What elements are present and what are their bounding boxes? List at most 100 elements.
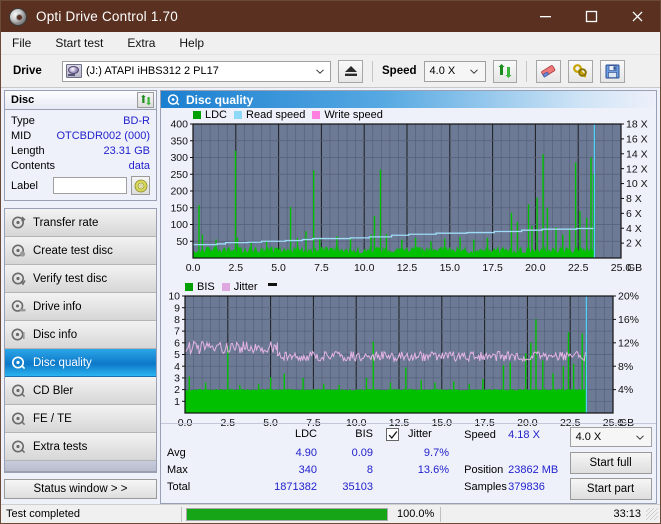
svg-text:300: 300 bbox=[170, 152, 188, 164]
stats-table: LDC BIS Jitter Avg 4.90 0.09 9.7% Max 34… bbox=[165, 427, 464, 501]
sidebar-item-label: Disc quality bbox=[33, 356, 92, 369]
save-button[interactable] bbox=[599, 59, 625, 83]
close-icon[interactable] bbox=[614, 1, 660, 32]
content-area: Disc Type BD-R MID OTCBDR002 (000) Lengt… bbox=[1, 88, 660, 504]
svg-text:10 X: 10 X bbox=[626, 178, 648, 190]
disc-drive-icon bbox=[11, 299, 26, 314]
svg-text:0.0: 0.0 bbox=[186, 262, 201, 274]
minimize-icon[interactable] bbox=[522, 1, 568, 32]
sidebar-item-drive-info[interactable]: Drive info bbox=[5, 293, 156, 321]
svg-text:14 X: 14 X bbox=[626, 149, 648, 161]
status-divider-1 bbox=[181, 506, 182, 522]
svg-text:150: 150 bbox=[170, 203, 188, 215]
start-full-button[interactable]: Start full bbox=[569, 452, 652, 474]
jitter-checkbox[interactable] bbox=[386, 428, 400, 442]
sidebar-item-disc-info[interactable]: Disc info bbox=[5, 321, 156, 349]
stats-row-name: Max bbox=[167, 464, 188, 476]
position-stat-value: 23862 MB bbox=[508, 464, 559, 476]
tools-button[interactable] bbox=[567, 59, 593, 83]
menu-item-start-test[interactable]: Start test bbox=[53, 34, 105, 52]
ldc-chart-legend: LDC Read speed Write speed bbox=[193, 109, 383, 121]
sidebar-item-label: Drive info bbox=[33, 300, 82, 313]
app-window: Opti Drive Control 1.70 File Start test … bbox=[0, 0, 661, 524]
svg-text:400: 400 bbox=[170, 119, 188, 131]
main-panel-header: Disc quality bbox=[161, 91, 656, 109]
svg-text:7: 7 bbox=[174, 326, 180, 338]
disc-panel-header: Disc bbox=[4, 90, 157, 109]
erase-button[interactable] bbox=[535, 59, 561, 83]
sidebar-item-label: Create test disc bbox=[33, 244, 113, 257]
stats-actions: 4.0 X Start full Start part bbox=[569, 427, 652, 501]
menu-item-file[interactable]: File bbox=[10, 34, 33, 52]
disc-bler-icon bbox=[11, 383, 26, 398]
sidebar-item-cd-bler[interactable]: CD Bler bbox=[5, 377, 156, 405]
disc-row-value: data bbox=[128, 159, 150, 172]
sidebar-item-label: Extra tests bbox=[33, 440, 88, 453]
speed-stat-value: 4.18 X bbox=[508, 429, 540, 441]
maximize-icon[interactable] bbox=[568, 1, 614, 32]
sidebar-item-disc-quality[interactable]: Disc quality bbox=[5, 349, 156, 377]
svg-text:5.0: 5.0 bbox=[271, 262, 286, 274]
drive-select[interactable]: (J:) ATAPI iHBS312 2 PL17 bbox=[62, 60, 331, 82]
refresh-button[interactable] bbox=[492, 59, 517, 83]
svg-text:50: 50 bbox=[176, 236, 188, 248]
disc-transfer-icon bbox=[11, 215, 26, 230]
disc-row-type: Type BD-R bbox=[11, 113, 150, 128]
sidebar-item-create-test-disc[interactable]: Create test disc bbox=[5, 237, 156, 265]
disc-label-key: Label bbox=[11, 179, 38, 192]
svg-text:16%: 16% bbox=[618, 314, 639, 326]
stats-panel: LDC BIS Jitter Avg 4.90 0.09 9.7% Max 34… bbox=[161, 423, 656, 503]
menu-item-help[interactable]: Help bbox=[177, 34, 206, 52]
menu-item-extra[interactable]: Extra bbox=[125, 34, 157, 52]
speed-stat-label: Speed bbox=[464, 429, 496, 441]
svg-text:100: 100 bbox=[170, 219, 188, 231]
svg-text:8%: 8% bbox=[618, 361, 633, 373]
page-title: Disc quality bbox=[186, 92, 254, 107]
bis-chart-canvas: 123456789104%8%12%16%20%0.0 2.5 5.0 7.5 10.0… bbox=[161, 280, 655, 436]
svg-text:20%: 20% bbox=[618, 291, 639, 303]
title-bar: Opti Drive Control 1.70 bbox=[1, 1, 660, 32]
svg-text:12%: 12% bbox=[618, 338, 639, 350]
stats-total-ldc: 1871382 bbox=[274, 481, 317, 493]
disc-label-input[interactable] bbox=[53, 177, 127, 194]
speed-select[interactable]: 4.0 X bbox=[423, 60, 486, 82]
resize-grip[interactable] bbox=[646, 508, 658, 520]
drive-label: Drive bbox=[13, 65, 42, 77]
samples-stat-label: Samples bbox=[464, 481, 507, 493]
elapsed-time: 33:13 bbox=[613, 508, 641, 520]
stats-max-bis: 8 bbox=[366, 464, 373, 476]
svg-text:1: 1 bbox=[174, 396, 180, 408]
test-speed-select[interactable]: 4.0 X bbox=[569, 427, 652, 447]
disc-extra-icon bbox=[11, 439, 26, 454]
disc-refresh-button[interactable] bbox=[137, 92, 154, 108]
progress-label: 100.0% bbox=[397, 508, 435, 520]
progress-bar bbox=[186, 507, 388, 521]
window-title: Opti Drive Control 1.70 bbox=[36, 9, 178, 24]
sidebar-nav: Transfer rate Create test disc Verify te… bbox=[4, 208, 157, 473]
svg-text:350: 350 bbox=[170, 136, 188, 148]
sidebar-item-verify-test-disc[interactable]: Verify test disc bbox=[5, 265, 156, 293]
bis-chart: BIS Jitter 1 2 3 4 5 6 7 8 9 10 4% 8% 12% 16% 20% 0.0 2.… bbox=[161, 280, 656, 436]
svg-text:15.0: 15.0 bbox=[440, 262, 461, 274]
stats-avg-bis: 0.09 bbox=[351, 447, 373, 459]
chevron-down-icon bbox=[632, 428, 649, 447]
svg-text:4: 4 bbox=[174, 361, 180, 373]
sidebar-item-extra-tests[interactable]: Extra tests bbox=[5, 433, 156, 461]
disc-quality-icon bbox=[11, 355, 26, 370]
eject-button[interactable] bbox=[338, 59, 363, 83]
svg-text:10: 10 bbox=[168, 291, 180, 303]
sidebar-item-fe-te[interactable]: FE / TE bbox=[5, 405, 156, 433]
status-window-button[interactable]: Status window > > bbox=[4, 479, 157, 499]
svg-text:12.5: 12.5 bbox=[397, 262, 418, 274]
status-text: Test completed bbox=[6, 508, 80, 520]
legend-label-jitter: Jitter bbox=[233, 281, 258, 294]
stats-max-ldc: 340 bbox=[298, 464, 317, 476]
cd-icon-button[interactable] bbox=[131, 176, 150, 195]
sidebar-item-transfer-rate[interactable]: Transfer rate bbox=[5, 209, 156, 237]
svg-text:5: 5 bbox=[174, 349, 180, 361]
svg-text:17.5: 17.5 bbox=[482, 262, 503, 274]
stats-meta: Speed 4.18 X Position 23862 MB Samples 3… bbox=[464, 427, 569, 501]
position-stat-label: Position bbox=[464, 464, 504, 476]
legend-swatch-write-speed bbox=[312, 111, 321, 120]
start-part-button[interactable]: Start part bbox=[569, 478, 652, 500]
